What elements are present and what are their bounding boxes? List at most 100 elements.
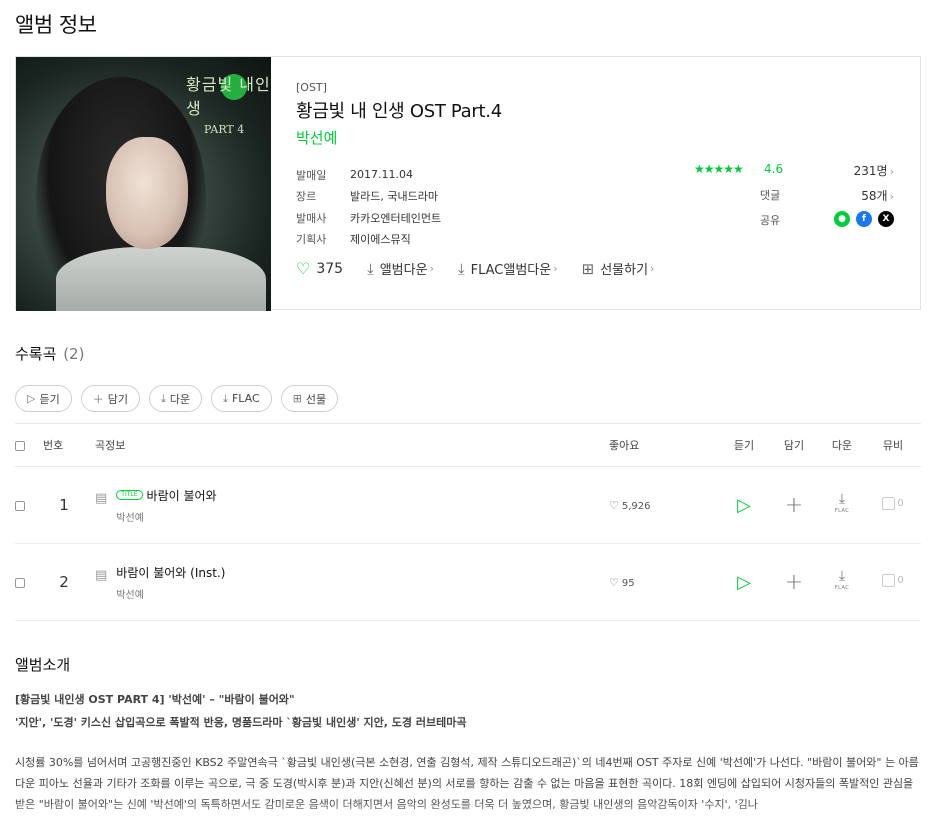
col-header-mv: 뮤비 bbox=[865, 423, 921, 467]
song-detail-icon[interactable]: ▤ bbox=[95, 568, 107, 583]
gift-button[interactable]: ⊞ 선물하기 › bbox=[581, 259, 655, 279]
add-selected-button[interactable]: ＋ 담기 bbox=[80, 385, 140, 412]
album-actions: ♡ 375 ⤓ 앨범다운 › ⤓ FLAC앨범다운 › ⊞ 선물하기 › bbox=[296, 259, 678, 278]
tracks-action-buttons: ▷ 듣기 ＋ 담기 ⤓ 다운 ⤓ FLAC ⊞ 선물 bbox=[15, 385, 339, 412]
facebook-icon[interactable]: f bbox=[856, 211, 872, 227]
mv-cell: 0 bbox=[865, 466, 921, 544]
download-icon: ⤓ bbox=[457, 259, 465, 278]
gift-selected-button[interactable]: ⊞ 선물 bbox=[280, 385, 339, 412]
song-info: ▤ 바람이 불어와 (Inst.) 박선예 bbox=[95, 564, 609, 601]
star-rating-icon: ★★★★★ bbox=[694, 162, 744, 176]
chevron-right-icon: › bbox=[429, 262, 434, 275]
song-like-count: 95 bbox=[621, 577, 635, 589]
cover-title-art: 황금빛 내인생 bbox=[186, 75, 271, 118]
rating-count: 231명 › bbox=[854, 162, 894, 179]
download-selected-label: 다운 bbox=[169, 392, 191, 406]
intro-line-2: '지안', '도경' 키스신 삽입곡으로 폭발적 반응, 명품드라마 `황금빛 … bbox=[15, 716, 467, 729]
song-info-cell: ▤ 바람이 불어와 (Inst.) 박선예 bbox=[95, 543, 609, 621]
kakaostory-icon[interactable]: ● bbox=[834, 211, 850, 227]
download-icon[interactable]: ⤓ FLAC bbox=[835, 569, 850, 594]
row-number-cell: 1 bbox=[33, 466, 95, 544]
song-title-line: 바람이 불어와 (Inst.) bbox=[116, 564, 225, 581]
play-cell: ▷ bbox=[719, 543, 769, 621]
play-selected-button[interactable]: ▷ 듣기 bbox=[15, 385, 72, 412]
album-cover[interactable]: 황금빛 내인생 PART 4 bbox=[16, 57, 271, 311]
track-table: 번호 곡정보 좋아요 듣기 담기 다운 뮤비 1 ▤ TITLE 바람이 불어와 bbox=[15, 423, 921, 621]
heart-icon: ♡ bbox=[609, 498, 619, 512]
album-artist-link[interactable]: 박선예 bbox=[296, 127, 337, 148]
flac-download-button[interactable]: ⤓ FLAC앨범다운 › bbox=[457, 259, 558, 279]
intro-heading: 앨범소개 bbox=[15, 656, 71, 674]
flac-selected-button[interactable]: ⤓ FLAC bbox=[211, 385, 272, 412]
download-cell: ⤓ FLAC bbox=[819, 466, 865, 544]
mv-button[interactable]: 0 bbox=[882, 574, 904, 587]
song-artist[interactable]: 박선예 bbox=[116, 586, 225, 601]
album-download-button[interactable]: ⤓ 앨범다운 › bbox=[367, 259, 434, 279]
download-selected-button[interactable]: ⤓ 다운 bbox=[148, 385, 203, 412]
select-all-checkbox[interactable] bbox=[15, 440, 25, 451]
song-like-button[interactable]: ♡ 95 bbox=[609, 576, 635, 589]
comments-label: 댓글 bbox=[760, 189, 781, 202]
cover-shirt-shape bbox=[56, 247, 266, 311]
plus-icon[interactable]: + bbox=[785, 570, 803, 595]
album-like-count: 375 bbox=[316, 260, 344, 277]
chevron-right-icon: › bbox=[889, 165, 894, 178]
page-title: 앨범 정보 bbox=[15, 13, 97, 37]
song-detail-icon[interactable]: ▤ bbox=[95, 491, 107, 506]
download-icon: ⤓ bbox=[223, 391, 228, 405]
play-icon[interactable]: ▷ bbox=[737, 495, 751, 516]
comments-count-text: 58개 bbox=[861, 189, 888, 203]
play-icon[interactable]: ▷ bbox=[737, 572, 751, 593]
album-like-button[interactable]: ♡ 375 bbox=[296, 259, 343, 278]
plus-icon[interactable]: + bbox=[785, 493, 803, 518]
song-text: TITLE 바람이 불어와 박선예 bbox=[116, 487, 217, 524]
play-icon: ▷ bbox=[27, 392, 36, 405]
comments-row[interactable]: 댓글 58개 › bbox=[694, 186, 894, 211]
song-artist[interactable]: 박선예 bbox=[116, 509, 216, 524]
mv-cell: 0 bbox=[865, 543, 921, 621]
row-checkbox[interactable] bbox=[15, 577, 25, 588]
play-cell: ▷ bbox=[719, 466, 769, 544]
mv-count: 0 bbox=[897, 575, 904, 586]
album-meta: 발매일 2017.11.04 장르 발라드, 국내드라마 발매사 카카오엔터테인… bbox=[296, 164, 441, 250]
plus-icon: ＋ bbox=[92, 392, 104, 406]
tracks-count: (2) bbox=[63, 345, 85, 363]
mv-button[interactable]: 0 bbox=[882, 497, 904, 510]
download-icon[interactable]: ⤓ FLAC bbox=[835, 492, 850, 517]
meta-key: 발매사 bbox=[296, 211, 327, 225]
col-header-add: 담기 bbox=[769, 423, 819, 467]
album-download-label: 앨범다운 bbox=[379, 263, 428, 278]
gift-icon: ⊞ bbox=[292, 392, 302, 405]
row-number: 1 bbox=[59, 496, 69, 514]
album-info: [OST] 황금빛 내 인생 OST Part.4 박선예 발매일 2017.1… bbox=[296, 57, 920, 309]
comments-count: 58개 › bbox=[861, 187, 894, 204]
song-like-button[interactable]: ♡ 5,926 bbox=[609, 498, 651, 512]
table-row: 1 ▤ TITLE 바람이 불어와 박선예 ♡ 5,926 ▷ + ⤓ FLAC 0 bbox=[15, 466, 921, 544]
gift-icon: ⊞ bbox=[581, 259, 595, 278]
rating-count-text: 231명 bbox=[853, 164, 888, 178]
gift-selected-label: 선물 bbox=[305, 392, 327, 406]
add-cell: + bbox=[769, 466, 819, 544]
download-cell: ⤓ FLAC bbox=[819, 543, 865, 621]
meta-key: 발매일 bbox=[296, 168, 327, 182]
flac-selected-label: FLAC bbox=[231, 392, 260, 405]
play-selected-label: 듣기 bbox=[39, 392, 60, 406]
share-label: 공유 bbox=[760, 214, 781, 227]
meta-release-date: 발매일 2017.11.04 bbox=[296, 164, 441, 186]
song-text: 바람이 불어와 (Inst.) 박선예 bbox=[116, 564, 225, 601]
col-header-no: 번호 bbox=[33, 423, 95, 467]
download-icon: ⤓ bbox=[367, 259, 374, 278]
tracks-heading-text: 수록곡 bbox=[15, 345, 57, 363]
x-icon[interactable]: X bbox=[878, 211, 894, 227]
row-number: 2 bbox=[59, 573, 69, 591]
song-title[interactable]: 바람이 불어와 (Inst.) bbox=[116, 564, 225, 581]
song-info: ▤ TITLE 바람이 불어와 박선예 bbox=[95, 487, 609, 524]
row-checkbox[interactable] bbox=[15, 500, 25, 511]
cover-part-art: PART 4 bbox=[204, 123, 245, 136]
album-stats: ★★★★★ 4.6 231명 › 댓글 58개 › 공유 ● f X bbox=[694, 161, 894, 236]
song-title[interactable]: 바람이 불어와 bbox=[147, 487, 217, 504]
add-selected-label: 담기 bbox=[107, 392, 128, 406]
track-table-header: 번호 곡정보 좋아요 듣기 담기 다운 뮤비 bbox=[15, 423, 921, 467]
rating-row[interactable]: ★★★★★ 4.6 231명 › bbox=[694, 161, 894, 186]
cover-face-shape bbox=[106, 137, 188, 249]
